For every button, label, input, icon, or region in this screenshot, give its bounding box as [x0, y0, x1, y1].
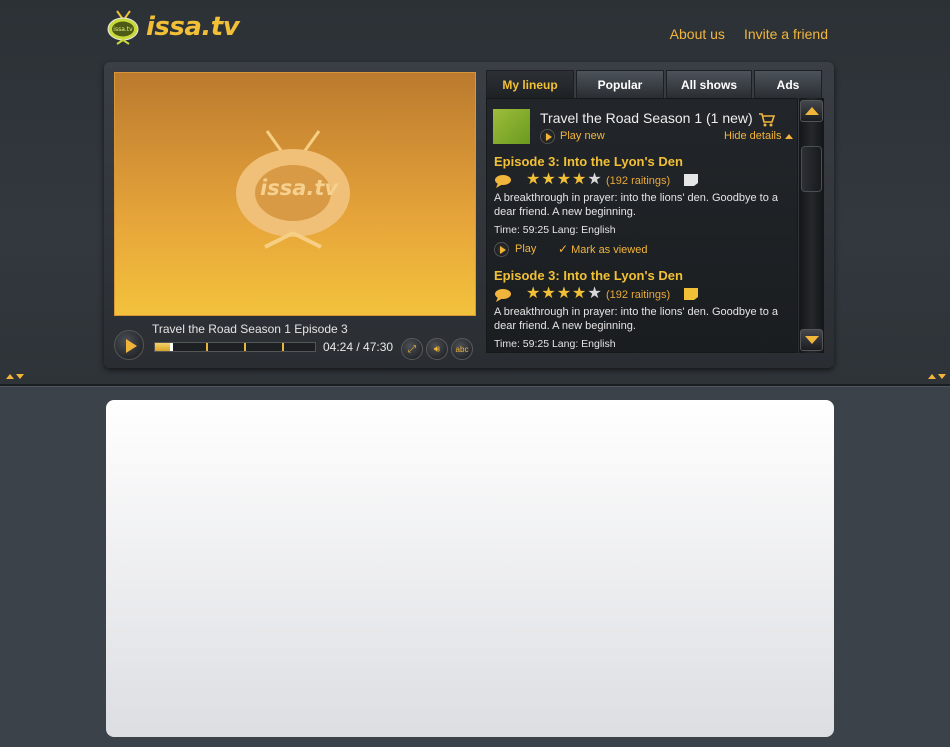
subtitles-label: abc: [455, 344, 469, 354]
rating-stars[interactable]: ★ ★ ★ ★ ★: [526, 285, 602, 303]
note-icon[interactable]: [683, 287, 699, 301]
play-new-icon[interactable]: [540, 129, 555, 144]
star-icon[interactable]: ★: [587, 171, 601, 189]
now-playing-title: Travel the Road Season 1 Episode 3: [152, 322, 348, 336]
episode-title[interactable]: Episode 3: Into the Lyon's Den: [494, 154, 683, 169]
time-display: 04:24 / 47:30: [323, 340, 394, 354]
episode-meta: Time: 59:25 Lang: English: [494, 224, 616, 236]
fullscreen-icon: ⤢: [408, 343, 416, 355]
play-icon[interactable]: [494, 242, 509, 257]
expand-up-icon: [928, 374, 936, 379]
invite-friend-link[interactable]: Invite a friend: [744, 26, 828, 42]
content-panel: [106, 400, 834, 737]
collapse-down-icon: [938, 374, 946, 379]
lineup-tabs: My lineup Popular All shows Ads: [486, 70, 824, 98]
hide-details-link[interactable]: Hide details: [724, 130, 794, 142]
episode-description: A breakthrough in prayer: into the lions…: [494, 306, 779, 332]
play-button[interactable]: [114, 330, 144, 360]
section-divider: [0, 384, 950, 387]
show-thumbnail[interactable]: [493, 109, 530, 144]
rating-stars[interactable]: ★ ★ ★ ★ ★: [526, 171, 602, 189]
star-icon[interactable]: ★: [572, 171, 586, 189]
comment-icon[interactable]: [494, 288, 512, 302]
volume-button[interactable]: 🔊︎: [426, 338, 448, 360]
ratings-count[interactable]: (192 raitings): [606, 175, 670, 187]
cart-icon[interactable]: [759, 113, 775, 127]
fullscreen-button[interactable]: ⤢: [401, 338, 423, 360]
player-controls: Travel the Road Season 1 Episode 3 04:24…: [114, 318, 476, 364]
tab-all-shows[interactable]: All shows: [666, 70, 752, 98]
star-icon[interactable]: ★: [557, 285, 571, 303]
show-header: Travel the Road Season 1 (1 new) Play ne…: [493, 107, 794, 147]
star-icon[interactable]: ★: [541, 171, 555, 189]
star-icon[interactable]: ★: [572, 285, 586, 303]
show-title: Travel the Road Season 1 (1 new): [540, 110, 753, 126]
star-icon[interactable]: ★: [526, 285, 540, 303]
lineup-list: Travel the Road Season 1 (1 new) Play ne…: [486, 98, 798, 353]
check-icon: ✓: [558, 242, 569, 256]
episode-actions: Play ✓ Mark as viewed: [494, 242, 794, 258]
scroll-down-button[interactable]: [800, 329, 823, 351]
resize-handle-right[interactable]: [928, 374, 946, 379]
chapter-marker: [206, 343, 208, 351]
tab-popular[interactable]: Popular: [576, 70, 664, 98]
progress-fill: [155, 343, 170, 351]
scroll-thumb[interactable]: [801, 146, 822, 192]
episode-item: Episode 3: Into the Lyon's Den ★ ★ ★ ★ ★…: [494, 268, 794, 352]
video-logo-text: issa.tv: [260, 176, 339, 200]
lineup-scrollbar[interactable]: [799, 98, 824, 353]
progress-bar[interactable]: [154, 342, 316, 352]
chapter-marker: [244, 343, 246, 351]
star-icon[interactable]: ★: [541, 285, 555, 303]
tab-my-lineup[interactable]: My lineup: [486, 70, 574, 98]
collapse-arrow-icon: [785, 133, 794, 139]
note-icon[interactable]: [683, 173, 699, 187]
tab-ads[interactable]: Ads: [754, 70, 822, 98]
star-icon[interactable]: ★: [526, 171, 540, 189]
episode-title[interactable]: Episode 3: Into the Lyon's Den: [494, 268, 683, 283]
episode-description: A breakthrough in prayer: into the lions…: [494, 192, 779, 218]
mark-viewed-link[interactable]: ✓ Mark as viewed: [558, 242, 647, 256]
site-logo-text: issa.tv: [146, 12, 240, 42]
chapter-marker: [282, 343, 284, 351]
expand-up-icon: [6, 374, 14, 379]
subtitles-button[interactable]: abc: [451, 338, 473, 360]
ratings-count[interactable]: (192 raitings): [606, 289, 670, 301]
progress-handle[interactable]: [169, 343, 173, 351]
episode-item: Episode 3: Into the Lyon's Den ★ ★ ★ ★ ★…: [494, 154, 794, 266]
tv-logo-icon: issa.tv: [107, 10, 139, 45]
play-link[interactable]: Play: [515, 243, 536, 255]
volume-icon: 🔊︎: [433, 343, 441, 355]
top-nav: About us Invite a friend: [670, 26, 828, 42]
about-us-link[interactable]: About us: [670, 26, 725, 42]
star-icon[interactable]: ★: [557, 171, 571, 189]
scroll-up-button[interactable]: [800, 100, 823, 122]
svg-text:issa.tv: issa.tv: [113, 26, 133, 33]
mark-viewed-label: Mark as viewed: [571, 244, 648, 256]
resize-handle-left[interactable]: [6, 374, 24, 379]
hide-details-label: Hide details: [724, 130, 782, 142]
collapse-down-icon: [16, 374, 24, 379]
video-screen[interactable]: issa.tv: [114, 72, 476, 316]
episode-meta: Time: 59:25 Lang: English: [494, 338, 616, 350]
play-new-link[interactable]: Play new: [560, 130, 605, 142]
star-icon[interactable]: ★: [587, 285, 601, 303]
comment-icon[interactable]: [494, 174, 512, 188]
